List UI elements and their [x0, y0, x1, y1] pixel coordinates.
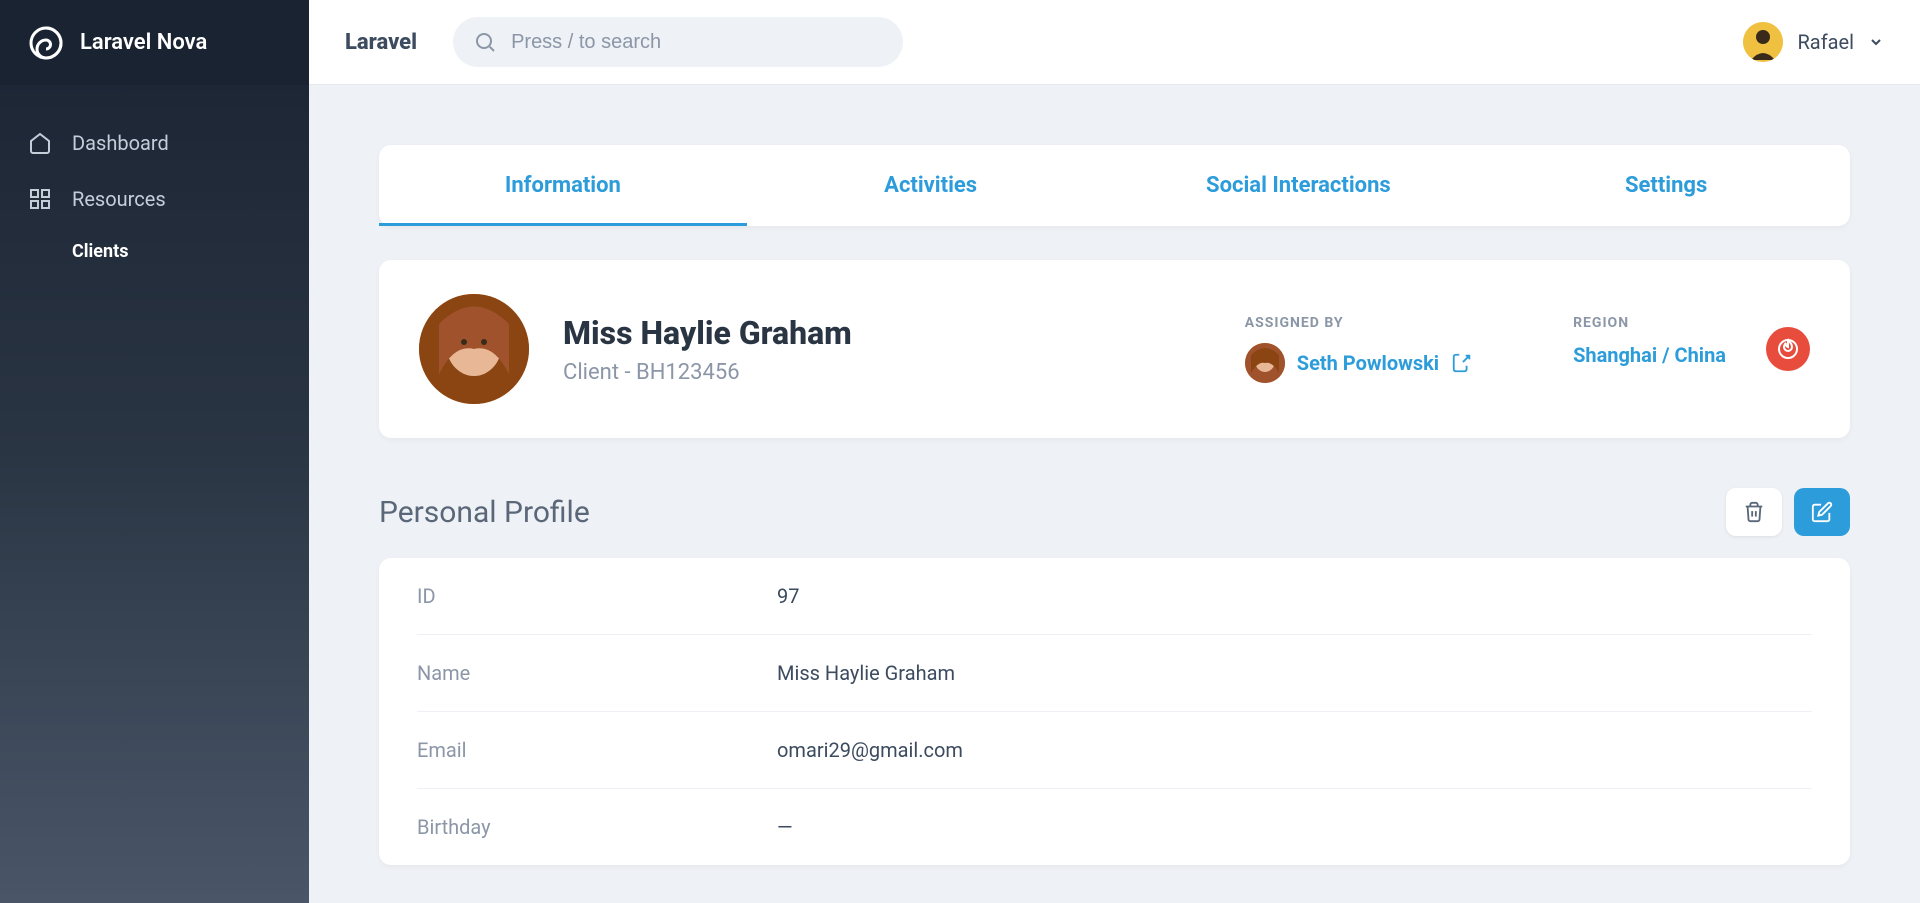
sidebar-header: Laravel Nova [0, 0, 309, 85]
tabs: Information Activities Social Interactio… [379, 145, 1850, 226]
tab-information[interactable]: Information [379, 145, 747, 226]
edit-button[interactable] [1794, 488, 1850, 536]
edit-icon [1811, 501, 1833, 523]
detail-value: omari29@gmail.com [777, 738, 963, 762]
detail-label: Name [417, 661, 777, 685]
client-subtitle: Client - BH123456 [563, 360, 1245, 385]
hot-badge[interactable] [1766, 327, 1810, 371]
detail-value: — [777, 815, 793, 839]
sidebar-item-label: Dashboard [72, 131, 169, 155]
topbar-title: Laravel [345, 30, 417, 55]
user-name: Rafael [1797, 30, 1854, 54]
logo-icon [28, 25, 64, 61]
chevron-down-icon [1868, 34, 1884, 50]
detail-value: 97 [777, 584, 799, 608]
detail-row: Name Miss Haylie Graham [417, 635, 1812, 712]
sidebar-subitem-label: Clients [72, 241, 128, 262]
search-wrap[interactable] [453, 17, 903, 67]
topbar: Laravel Rafael [309, 0, 1920, 85]
tab-settings[interactable]: Settings [1482, 145, 1850, 226]
user-menu[interactable]: Rafael [1743, 22, 1884, 62]
trash-icon [1743, 501, 1765, 523]
sidebar: Laravel Nova Dashboard Resources Clients [0, 0, 309, 903]
detail-label: ID [417, 584, 777, 608]
client-avatar [419, 294, 529, 404]
profile-main: Miss Haylie Graham Client - BH123456 [563, 314, 1245, 385]
section-header: Personal Profile [379, 488, 1850, 536]
sidebar-item-dashboard[interactable]: Dashboard [0, 115, 309, 171]
app-name: Laravel Nova [80, 30, 207, 55]
content: Information Activities Social Interactio… [309, 85, 1920, 903]
assigner-avatar [1245, 343, 1285, 383]
main: Laravel Rafael Information Activities So… [309, 0, 1920, 903]
section-title: Personal Profile [379, 495, 590, 530]
fire-icon [1776, 337, 1800, 361]
assigned-by-label: Assigned By [1245, 315, 1473, 331]
sidebar-item-label: Resources [72, 187, 166, 211]
detail-row: ID 97 [417, 558, 1812, 635]
region-block: Region Shanghai / China [1573, 315, 1726, 367]
assigned-by-block: Assigned By Seth Powlowski [1245, 315, 1473, 383]
grid-icon [28, 187, 52, 211]
home-icon [28, 131, 52, 155]
region-label: Region [1573, 315, 1726, 331]
detail-label: Birthday [417, 815, 777, 839]
detail-value: Miss Haylie Graham [777, 661, 955, 685]
detail-row: Email omari29@gmail.com [417, 712, 1812, 789]
tab-activities[interactable]: Activities [747, 145, 1115, 226]
user-avatar [1743, 22, 1783, 62]
sidebar-nav: Dashboard Resources Clients [0, 85, 309, 306]
external-link-icon [1451, 352, 1473, 374]
profile-meta: Assigned By Seth Powlowski Region Sha [1245, 315, 1726, 383]
assigned-by-value[interactable]: Seth Powlowski [1245, 343, 1473, 383]
sidebar-subitem-clients[interactable]: Clients [0, 227, 309, 276]
search-input[interactable] [511, 31, 883, 54]
client-name: Miss Haylie Graham [563, 314, 1245, 352]
sidebar-item-resources[interactable]: Resources [0, 171, 309, 227]
profile-card: Miss Haylie Graham Client - BH123456 Ass… [379, 260, 1850, 438]
detail-label: Email [417, 738, 777, 762]
tab-social-interactions[interactable]: Social Interactions [1115, 145, 1483, 226]
detail-row: Birthday — [417, 789, 1812, 865]
search-icon [473, 30, 497, 54]
region-value[interactable]: Shanghai / China [1573, 343, 1726, 367]
delete-button[interactable] [1726, 488, 1782, 536]
details-card: ID 97 Name Miss Haylie Graham Email omar… [379, 558, 1850, 865]
section-actions [1726, 488, 1850, 536]
